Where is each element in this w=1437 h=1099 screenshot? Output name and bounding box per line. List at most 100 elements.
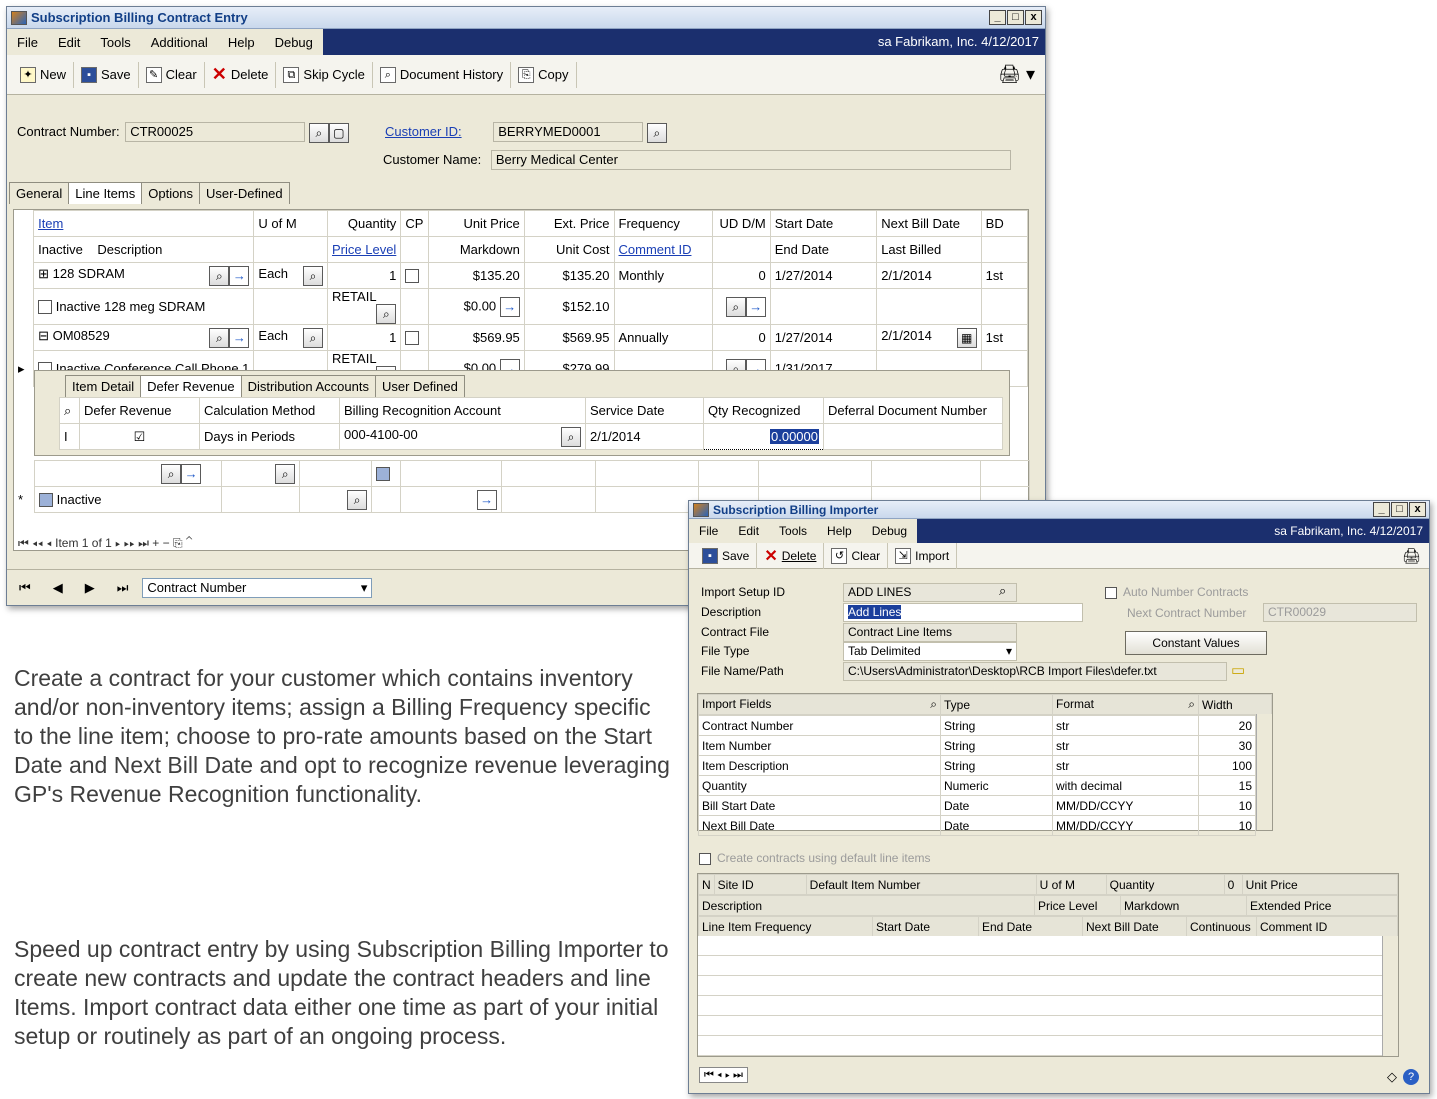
browse-prev-icon[interactable]: ◀ bbox=[53, 580, 63, 596]
customer-lookup-icon[interactable]: ⌕ bbox=[646, 122, 667, 143]
fields-scrollbar[interactable] bbox=[1256, 714, 1272, 830]
tab-distribution-accounts[interactable]: Distribution Accounts bbox=[240, 375, 376, 397]
setup-lookup-icon[interactable]: ⌕ bbox=[999, 583, 1006, 599]
end-date-value[interactable] bbox=[769, 288, 878, 325]
table-row[interactable]: ⊟ OM08529 ⌕ → Each ⌕ 1 $569.95 $569.95 Annu… bbox=[14, 324, 1029, 351]
browse-next-icon[interactable]: ▶ bbox=[85, 580, 95, 596]
item-lookup-icon[interactable]: ⌕ bbox=[209, 327, 230, 348]
minimize-button[interactable]: _ bbox=[1373, 502, 1390, 517]
table-row[interactable]: Item Number String str 30 bbox=[698, 735, 1256, 756]
folder-icon[interactable]: ▭ bbox=[1231, 661, 1245, 679]
next-bill-value[interactable]: 2/1/2014 bbox=[876, 262, 982, 289]
col-item[interactable]: Item bbox=[33, 210, 255, 237]
menu-edit[interactable]: Edit bbox=[728, 524, 769, 538]
description-field[interactable]: Add Lines bbox=[848, 605, 902, 619]
menu-tools[interactable]: Tools bbox=[90, 35, 140, 50]
price-level-value[interactable]: RETAIL bbox=[332, 290, 377, 305]
cp-checkbox[interactable] bbox=[405, 269, 420, 284]
item-number[interactable]: 128 SDRAM bbox=[53, 266, 125, 281]
maximize-button[interactable]: □ bbox=[1391, 502, 1408, 517]
calendar-icon[interactable]: ▦ bbox=[956, 327, 977, 348]
markdown-arrow-icon[interactable]: → bbox=[476, 489, 497, 510]
maximize-button[interactable]: □ bbox=[1007, 10, 1024, 25]
start-date-value[interactable]: 1/27/2014 bbox=[769, 262, 878, 289]
save-button[interactable]: ▪ Save bbox=[74, 61, 139, 88]
minimize-button[interactable]: _ bbox=[989, 10, 1006, 25]
description-value[interactable]: 128 meg SDRAM bbox=[104, 299, 205, 314]
printer-icon[interactable]: 🖨 bbox=[1402, 547, 1421, 565]
uofm-lookup-icon[interactable]: ⌕ bbox=[275, 463, 296, 484]
bd-value[interactable]: 1st bbox=[980, 262, 1029, 289]
unit-price-value[interactable]: $569.95 bbox=[428, 324, 525, 351]
menu-tools[interactable]: Tools bbox=[769, 524, 817, 538]
table-row[interactable]: Next Bill Date Date MM/DD/CCYY 10 bbox=[698, 815, 1256, 836]
menu-additional[interactable]: Additional bbox=[141, 35, 218, 50]
table-row[interactable]: Item Description String str 100 bbox=[698, 755, 1256, 776]
expand-icon[interactable]: ⊞ bbox=[38, 266, 49, 281]
delete-button[interactable]: ✕ Delete bbox=[205, 61, 277, 88]
table-row[interactable]: Quantity Numeric with decimal 15 bbox=[698, 775, 1256, 796]
table-row[interactable]: ⊞ 128 SDRAM ⌕ → Each ⌕ 1 $135.20 $135.20 Mo… bbox=[14, 262, 1029, 289]
copy-button[interactable]: ⎘ Copy bbox=[511, 61, 577, 88]
skip-cycle-button[interactable]: ⧉ Skip Cycle bbox=[276, 61, 373, 88]
next-bill-value[interactable]: 2/1/2014 bbox=[881, 328, 932, 343]
frequency-value[interactable]: Annually bbox=[613, 324, 713, 351]
uofm-value[interactable]: Each bbox=[258, 328, 288, 343]
item-number[interactable]: OM08529 bbox=[53, 328, 110, 343]
col-comment-id[interactable]: Comment ID bbox=[613, 236, 713, 263]
import-button[interactable]: ⇲ Import bbox=[888, 542, 958, 569]
item-arrow-icon[interactable]: → bbox=[229, 265, 250, 286]
nav-controls-right-icon[interactable]: ▸ ▸▸ ⏭ + − ⎘ ⌃ bbox=[112, 536, 192, 550]
uofm-value[interactable]: Each bbox=[258, 266, 288, 281]
import-setup-id-field[interactable]: ADD LINES bbox=[843, 583, 1017, 602]
tab-line-items[interactable]: Line Items bbox=[68, 182, 143, 204]
sort-select[interactable]: Contract Number ▾ bbox=[142, 577, 373, 598]
ud-value[interactable]: 0 bbox=[711, 262, 771, 289]
new-row[interactable]: ⌕ → ⌕ bbox=[14, 460, 1031, 487]
menu-debug[interactable]: Debug bbox=[265, 35, 323, 50]
service-date-value[interactable]: 2/1/2014 bbox=[585, 423, 704, 450]
quantity-value[interactable]: 1 bbox=[326, 324, 402, 351]
close-button[interactable]: x bbox=[1409, 502, 1426, 517]
markdown-value[interactable]: $0.00 bbox=[464, 298, 497, 313]
constant-values-button[interactable]: Constant Values bbox=[1125, 631, 1267, 655]
qty-recognized-input[interactable]: 0.00000 bbox=[770, 429, 819, 444]
browse-last-icon[interactable]: ⏭ bbox=[117, 580, 129, 596]
start-date-value[interactable]: 1/27/2014 bbox=[769, 324, 878, 351]
file-name-field[interactable]: C:\Users\Administrator\Desktop\RCB Impor… bbox=[843, 662, 1227, 681]
inactive-checkbox[interactable] bbox=[39, 493, 54, 508]
item-lookup-icon[interactable]: ⌕ bbox=[209, 265, 230, 286]
close-button[interactable]: x bbox=[1025, 10, 1042, 25]
file-type-select[interactable]: Tab Delimited ▾ bbox=[843, 642, 1017, 661]
menu-help[interactable]: Help bbox=[817, 524, 862, 538]
quantity-value[interactable]: 1 bbox=[326, 262, 402, 289]
zoom-icon[interactable]: ⌕ bbox=[1188, 697, 1195, 712]
price-level-lookup-icon[interactable]: ⌕ bbox=[347, 489, 368, 510]
tab-user-defined[interactable]: User-Defined bbox=[199, 182, 290, 204]
clear-button[interactable]: ✎ Clear bbox=[139, 61, 205, 88]
cp-checkbox[interactable] bbox=[376, 467, 391, 482]
nav-controls-icon[interactable]: ⏮ ◂◂ ◂ bbox=[18, 536, 55, 550]
menu-file[interactable]: File bbox=[689, 524, 728, 538]
defer-revenue-checkbox[interactable]: ☑ bbox=[79, 423, 200, 450]
calc-method-value[interactable]: Days in Periods bbox=[199, 423, 340, 450]
account-lookup-icon[interactable]: ⌕ bbox=[561, 426, 581, 447]
help-icon[interactable]: ? bbox=[1403, 1069, 1419, 1085]
tab-defer-revenue[interactable]: Defer Revenue bbox=[140, 375, 242, 397]
comment-lookup-icon[interactable]: ⌕ bbox=[725, 296, 746, 317]
create-default-checkbox[interactable] bbox=[699, 852, 711, 865]
menu-help[interactable]: Help bbox=[218, 35, 265, 50]
uofm-lookup-icon[interactable]: ⌕ bbox=[303, 265, 323, 286]
customer-id-field[interactable]: BERRYMED0001 bbox=[493, 122, 644, 142]
cp-checkbox[interactable] bbox=[405, 331, 420, 346]
menu-debug[interactable]: Debug bbox=[862, 524, 917, 538]
col-price-level[interactable]: Price Level bbox=[326, 236, 402, 263]
item-lookup-icon[interactable]: ⌕ bbox=[161, 463, 182, 484]
uofm-lookup-icon[interactable]: ⌕ bbox=[303, 327, 323, 348]
tab-general[interactable]: General bbox=[9, 182, 70, 204]
bd-value[interactable]: 1st bbox=[980, 324, 1029, 351]
save-button[interactable]: ▪ Save bbox=[695, 542, 758, 569]
table-row[interactable]: Contract Number String str 20 bbox=[698, 715, 1256, 736]
document-history-button[interactable]: ⌕ Document History bbox=[373, 61, 512, 88]
new-button[interactable]: ✦ New bbox=[13, 61, 75, 88]
